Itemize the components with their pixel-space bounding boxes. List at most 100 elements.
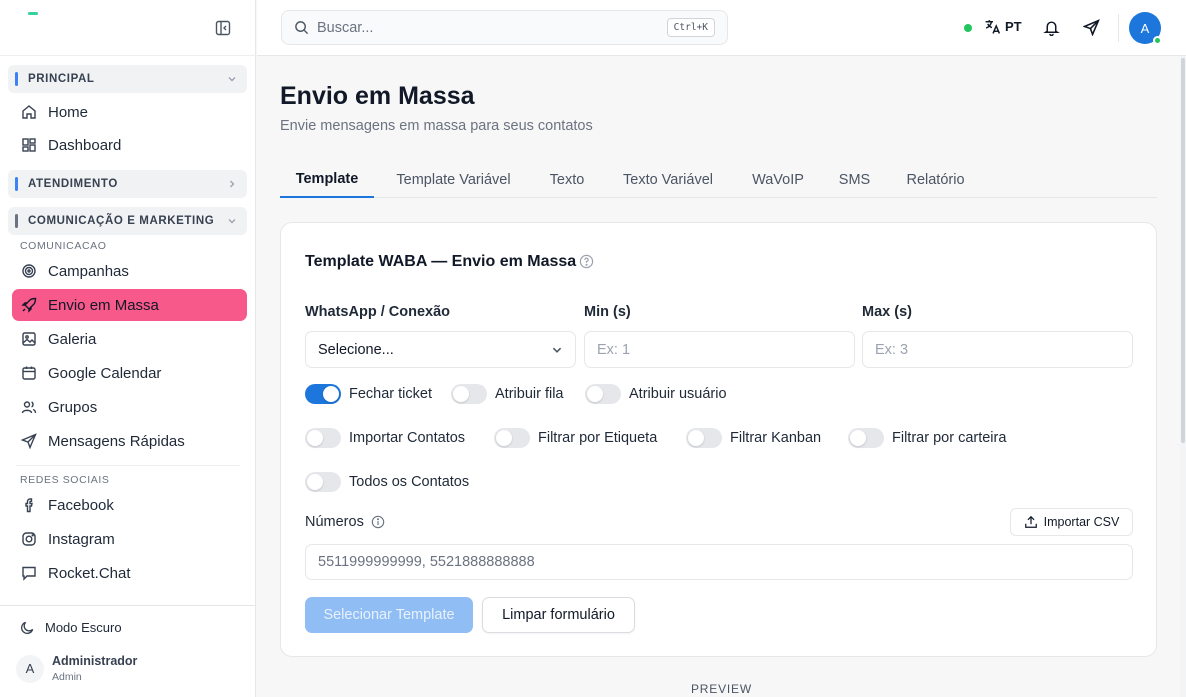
sidebar-item-label: Google Calendar	[48, 364, 162, 382]
switch[interactable]	[848, 428, 884, 448]
subgroup-label-comunicacao: COMUNICACAO	[20, 240, 107, 252]
search-icon	[293, 20, 309, 36]
bell-icon	[1043, 21, 1060, 37]
select-template-button[interactable]: Selecionar Template	[305, 597, 473, 633]
page-scrollbar[interactable]	[1180, 56, 1186, 697]
section-comunicacao-marketing[interactable]: COMUNICAÇÃO E MARKETING	[8, 207, 247, 235]
sidebar-item-mensagens-rapidas[interactable]: Mensagens Rápidas	[12, 425, 247, 457]
tab-texto-variavel[interactable]: Texto Variável	[613, 162, 723, 198]
send-icon	[20, 432, 38, 450]
sidebar-item-envio-em-massa[interactable]: Envio em Massa	[12, 289, 247, 321]
switch[interactable]	[305, 384, 341, 404]
sidebar-item-label: Rocket.Chat	[48, 564, 131, 582]
section-bar	[15, 72, 18, 86]
search-input[interactable]	[317, 19, 667, 36]
avatar-initial: A	[1140, 20, 1150, 36]
min-seconds-input[interactable]	[584, 331, 855, 368]
sidebar-item-instagram[interactable]: Instagram	[12, 523, 247, 555]
import-csv-button[interactable]: Importar CSV	[1010, 508, 1133, 536]
sidebar-item-galeria[interactable]: Galeria	[12, 323, 247, 355]
user-avatar-button[interactable]: A	[1129, 12, 1162, 45]
toggle-todos-contatos[interactable]: Todos os Contatos	[305, 472, 469, 492]
chevron-down-icon	[225, 214, 239, 228]
tab-bar: Template Template Variável Texto Texto V…	[280, 162, 1157, 198]
section-bar	[15, 177, 18, 191]
import-csv-label: Importar CSV	[1043, 515, 1120, 529]
chevron-down-icon	[225, 72, 239, 86]
toggle-label: Filtrar por Etiqueta	[538, 430, 658, 446]
sidebar-item-home[interactable]: Home	[12, 96, 247, 128]
help-icon[interactable]	[579, 254, 594, 274]
sidebar-collapse-button[interactable]	[214, 19, 232, 37]
toggle-filtrar-etiqueta[interactable]: Filtrar por Etiqueta	[494, 428, 657, 448]
online-status-dot	[1153, 36, 1162, 45]
toggle-atribuir-fila[interactable]: Atribuir fila	[451, 384, 564, 404]
section-atendimento[interactable]: ATENDIMENTO	[8, 170, 247, 198]
switch[interactable]	[494, 428, 530, 448]
avatar: A	[16, 654, 44, 683]
toggle-filtrar-carteira[interactable]: Filtrar por carteira	[848, 428, 1006, 448]
max-seconds-input[interactable]	[862, 331, 1133, 368]
sidebar-item-label: Instagram	[48, 530, 115, 548]
chevron-right-icon	[225, 177, 239, 191]
sidebar-item-rocket-chat[interactable]: Rocket.Chat	[12, 557, 247, 589]
section-label: COMUNICAÇÃO E MARKETING	[28, 215, 215, 227]
home-icon	[20, 103, 38, 121]
upload-icon	[1024, 515, 1037, 528]
user-profile[interactable]: A Administrador Admin	[16, 654, 137, 683]
tab-template[interactable]: Template	[280, 162, 374, 198]
tab-template-variavel[interactable]: Template Variável	[386, 162, 521, 198]
switch[interactable]	[305, 428, 341, 448]
sidebar-item-facebook[interactable]: Facebook	[12, 489, 247, 521]
select-value: Selecione...	[318, 341, 394, 358]
toggle-importar-contatos[interactable]: Importar Contatos	[305, 428, 465, 448]
toggle-label: Atribuir fila	[495, 386, 564, 402]
language-selector[interactable]: PT	[984, 18, 1022, 35]
sidebar-item-label: Mensagens Rápidas	[48, 432, 185, 450]
switch[interactable]	[585, 384, 621, 404]
numeros-input[interactable]	[305, 544, 1133, 580]
sidebar-item-label: Home	[48, 103, 89, 121]
sidebar-item-dashboard[interactable]: Dashboard	[12, 129, 247, 161]
tab-texto[interactable]: Texto	[542, 162, 592, 198]
toggle-filtrar-kanban[interactable]: Filtrar Kanban	[686, 428, 821, 448]
switch[interactable]	[451, 384, 487, 404]
language-code: PT	[1005, 19, 1022, 34]
tab-relatorio[interactable]: Relatório	[898, 162, 973, 198]
page-subtitle: Envie mensagens em massa para seus conta…	[280, 118, 593, 134]
whatsapp-connection-select[interactable]: Selecione...	[305, 331, 576, 368]
section-principal[interactable]: PRINCIPAL	[8, 65, 247, 93]
target-icon	[20, 262, 38, 280]
toggle-atribuir-usuario[interactable]: Atribuir usuário	[585, 384, 727, 404]
users-icon	[20, 398, 38, 416]
clear-form-button[interactable]: Limpar formulário	[482, 597, 635, 633]
facebook-icon	[20, 496, 38, 514]
section-label: ATENDIMENTO	[28, 178, 118, 190]
send-icon	[1082, 19, 1100, 37]
numeros-label-text: Números	[305, 514, 364, 530]
search-shortcut-badge: Ctrl+K	[666, 18, 715, 37]
toggle-label: Filtrar Kanban	[730, 430, 822, 446]
section-label: PRINCIPAL	[28, 73, 95, 85]
sidebar-item-campanhas[interactable]: Campanhas	[12, 255, 247, 287]
chevron-down-icon	[552, 347, 562, 353]
calendar-icon	[20, 364, 38, 382]
search-box[interactable]: Ctrl+K	[281, 10, 728, 45]
tab-sms[interactable]: SMS	[832, 162, 877, 198]
switch[interactable]	[305, 472, 341, 492]
sidebar-item-label: Dashboard	[48, 136, 122, 154]
sidebar-item-grupos[interactable]: Grupos	[12, 391, 247, 423]
switch[interactable]	[686, 428, 722, 448]
send-message-button[interactable]	[1082, 19, 1100, 41]
sidebar-item-google-calendar[interactable]: Google Calendar	[12, 357, 247, 389]
sidebar-item-label: Campanhas	[48, 262, 129, 280]
numeros-label: Números	[305, 514, 385, 530]
notifications-button[interactable]	[1043, 19, 1060, 41]
tab-wavoip[interactable]: WaVoIP	[743, 162, 813, 198]
dark-mode-toggle[interactable]: Modo Escuro	[20, 620, 122, 635]
image-icon	[20, 330, 38, 348]
template-form-card: Template WABA — Envio em Massa WhatsApp …	[280, 222, 1157, 657]
scrollbar-thumb[interactable]	[1181, 58, 1185, 443]
toggle-fechar-ticket[interactable]: Fechar ticket	[305, 384, 432, 404]
toggle-label: Todos os Contatos	[349, 474, 470, 490]
